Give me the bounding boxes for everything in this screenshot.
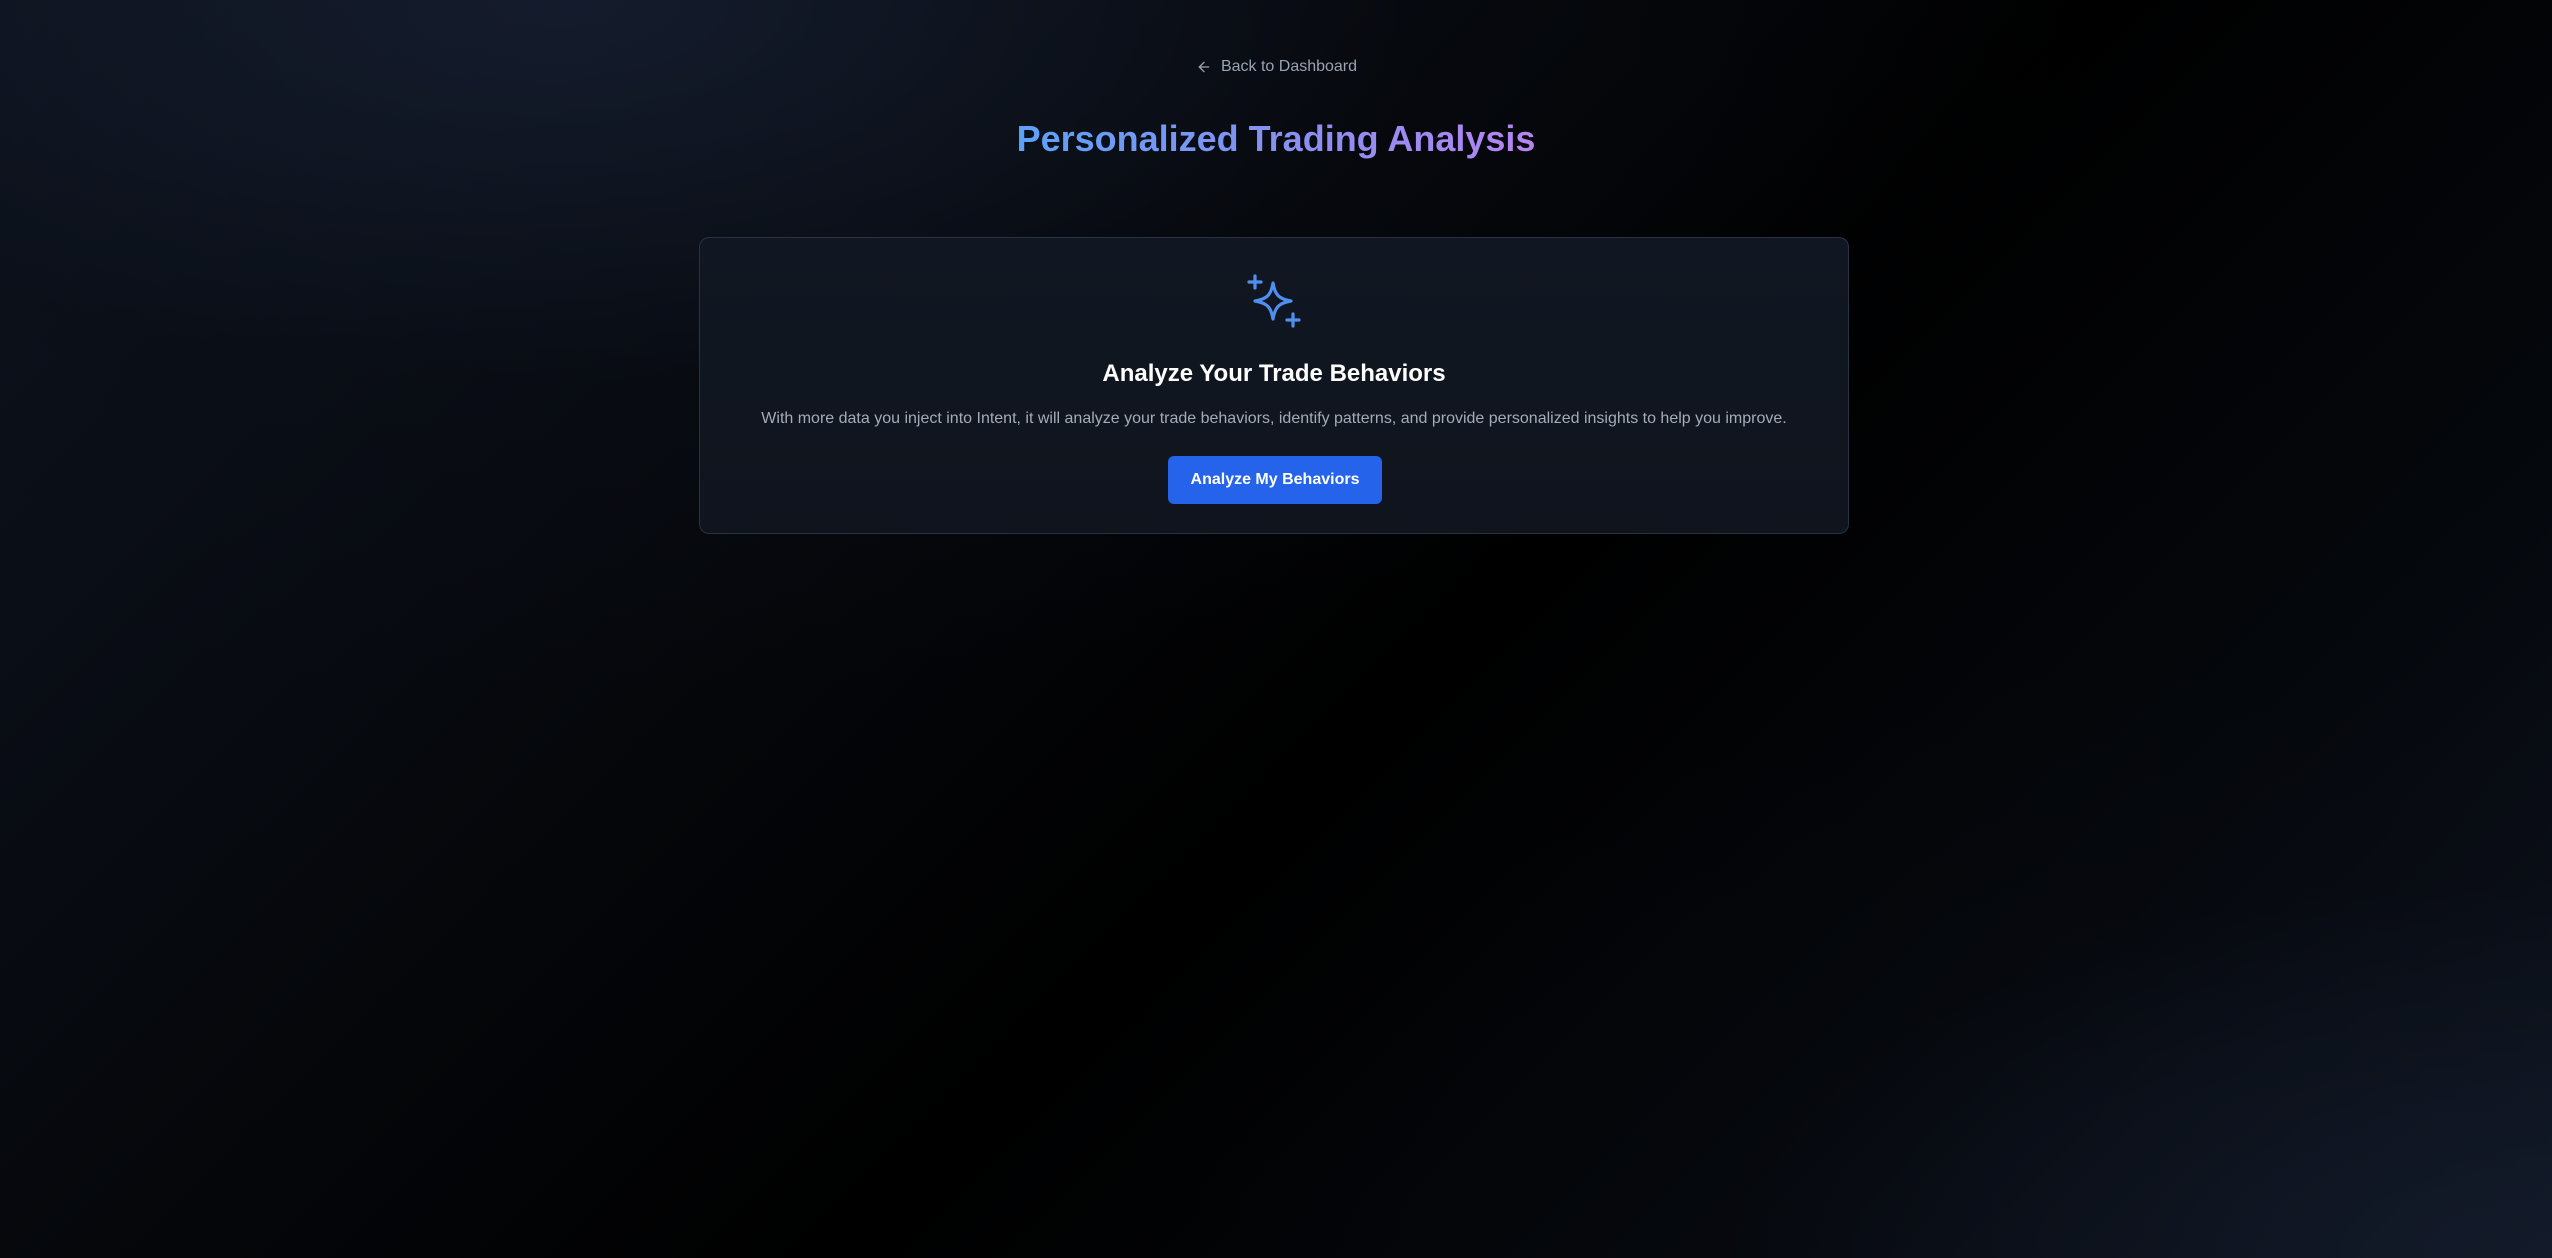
back-to-dashboard-link[interactable]: Back to Dashboard xyxy=(0,58,2552,76)
page-title: Personalized Trading Analysis xyxy=(0,118,2552,160)
analyze-my-behaviors-button[interactable]: Analyze My Behaviors xyxy=(1168,456,1382,504)
page-title-text: Personalized Trading Analysis xyxy=(1016,118,1536,159)
analyze-card: Analyze Your Trade Behaviors With more d… xyxy=(699,237,1849,534)
card-description: With more data you inject into Intent, i… xyxy=(761,410,1787,427)
back-link-label: Back to Dashboard xyxy=(1220,58,1358,75)
card-title: Analyze Your Trade Behaviors xyxy=(1102,360,1446,387)
arrow-left-icon xyxy=(1195,58,1213,76)
sparkles-icon xyxy=(1245,272,1303,330)
analysis-page: Back to Dashboard Personalized Trading A… xyxy=(0,0,2552,1258)
